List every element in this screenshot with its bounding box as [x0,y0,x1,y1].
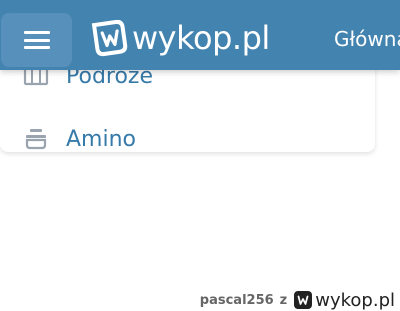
site-logo[interactable]: wykop.pl [90,18,270,58]
logo-text: wykop.pl [132,19,270,57]
credit-line: pascal256 z wykop.pl [200,288,395,311]
menu-button[interactable] [1,13,72,67]
page: Podróże Amino wykop.pl Główn pascal256 z… [0,0,400,311]
credit-logo-text: wykop.pl [315,289,395,311]
credit-username[interactable]: pascal256 [200,293,274,308]
credit-joiner: z [279,292,288,308]
hamburger-icon [23,31,50,49]
header-bar: wykop.pl Główna [0,0,400,70]
menu-item-label: Amino [66,126,136,152]
menu-item-amino[interactable]: Amino [22,119,136,152]
bowl-icon [22,125,50,152]
nav-link-glowna[interactable]: Główna [334,27,400,51]
wykop-logo-icon [91,19,128,57]
wykop-logo-icon [294,291,313,309]
